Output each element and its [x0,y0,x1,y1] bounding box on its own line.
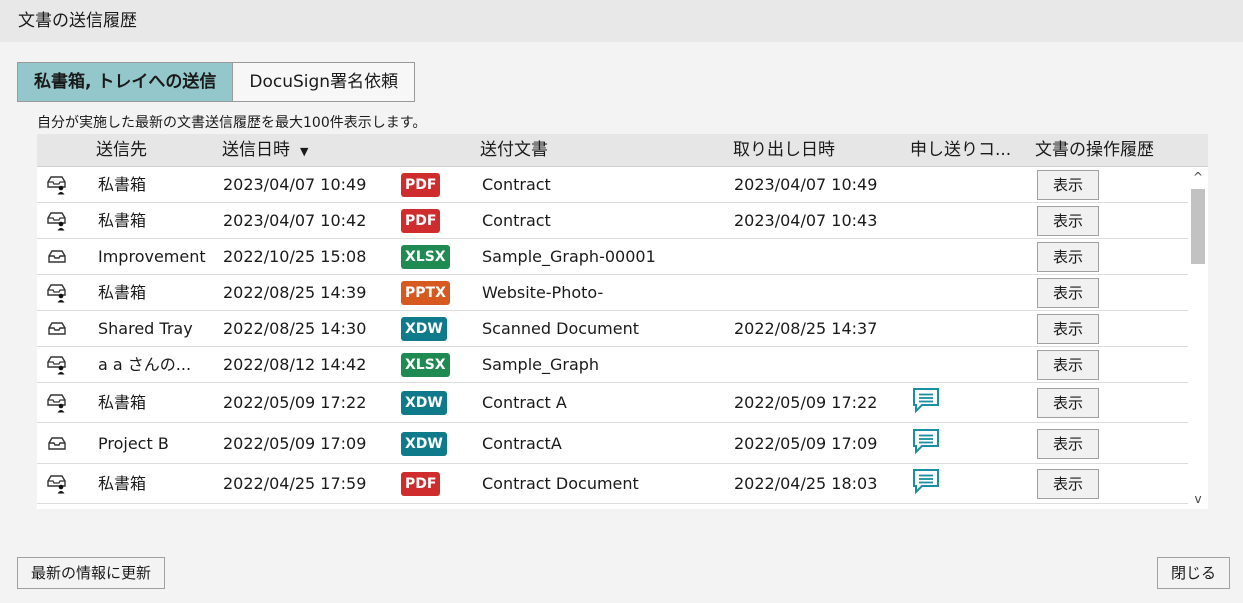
table-row[interactable]: Improvement 2022/10/25 15:08 XLSX Sample_Gr… [37,239,1188,275]
memo-comment-icon[interactable] [911,427,941,455]
mailbox-user-icon [47,283,67,303]
sent-at-cell: 2023/04/07 10:42 [223,211,367,230]
table-row[interactable]: 私書箱 2023/04/07 10:42 PDF Contract 2023/04/07… [37,203,1188,239]
table-header: 送信先 送信日時 ▼ 送付文書 取り出し日時 申し送りコ... 文書の操作履歴 [37,134,1208,167]
sent-at-cell: 2022/05/09 17:22 [223,393,367,412]
view-history-button[interactable]: 表示 [1037,388,1099,418]
document-name-cell: ContractA [482,434,562,453]
description-text: 自分が実施した最新の文書送信履歴を最大100件表示します。 [37,115,427,131]
mailbox-user-icon [47,175,67,195]
document-name-cell: Scanned Document [482,319,640,338]
recipient-cell: 私書箱 [98,393,147,412]
sent-at-cell: 2022/05/09 17:09 [223,434,367,453]
document-name-cell: Website-Photo- [482,283,604,302]
view-history-button[interactable]: 表示 [1037,428,1099,459]
header-memo[interactable]: 申し送りコ... [910,134,1011,167]
recipient-cell: Project B [98,434,169,453]
table-row[interactable]: 私書箱 2023/04/07 10:49 PDF Contract 2023/04/07… [37,167,1188,203]
recipient-cell: Shared Tray [98,319,193,338]
view-history-button[interactable]: 表示 [1037,242,1099,272]
document-name-cell: Sample_Graph-00001 [482,247,656,266]
sent-at-cell: 2023/04/07 10:49 [223,175,367,194]
sent-at-cell: 2022/10/25 15:08 [223,247,367,266]
view-history-button[interactable]: 表示 [1037,278,1099,308]
sort-desc-icon: ▼ [300,145,309,158]
table-row[interactable]: 私書箱 2022/04/25 17:59 PDF Contract Document 2… [37,464,1188,504]
mailbox-user-icon [47,393,67,413]
retrieved-at-cell: 2022/08/25 14:37 [734,319,878,338]
sent-at-cell: 2022/04/25 17:59 [223,474,367,493]
tray-icon [47,247,67,267]
tray-icon [47,319,67,339]
table-row[interactable]: 私書箱 2022/08/25 14:39 PPTX Website-Photo- 表示 [37,275,1188,311]
view-history-button[interactable]: 表示 [1037,206,1099,236]
tray-icon [47,434,67,454]
view-history-button[interactable]: 表示 [1037,469,1099,499]
scroll-up-icon[interactable]: ^ [1188,169,1208,185]
document-name-cell: Contract [482,211,551,230]
file-type-badge: PDF [401,209,441,233]
scroll-thumb[interactable] [1191,189,1205,264]
retrieved-at-cell: 2023/04/07 10:43 [734,211,878,230]
sent-at-cell: 2022/08/12 14:42 [223,355,367,374]
retrieved-at-cell: 2022/04/25 18:03 [734,474,878,493]
scroll-down-icon[interactable]: v [1188,491,1208,507]
retrieved-at-cell: 2022/05/09 17:09 [734,434,878,453]
document-name-cell: Contract A [482,393,567,412]
recipient-cell: 私書箱 [98,211,147,230]
memo-comment-icon[interactable] [911,467,941,495]
recipient-cell: 私書箱 [98,474,147,493]
sent-at-cell: 2022/08/25 14:39 [223,283,367,302]
tab-docusign[interactable]: DocuSign署名依頼 [233,62,416,102]
file-type-badge: XLSX [401,245,450,269]
view-history-button[interactable]: 表示 [1037,314,1099,344]
header-document[interactable]: 送付文書 [480,134,548,167]
retrieved-at-cell: 2022/05/09 17:22 [734,393,878,412]
table-row[interactable]: Project B 2022/05/09 17:09 XDW ContractA 202… [37,423,1188,464]
file-type-badge: XDW [401,391,447,415]
header-recipient[interactable]: 送信先 [96,134,147,167]
retrieved-at-cell: 2023/04/07 10:49 [734,175,878,194]
history-table: 送信先 送信日時 ▼ 送付文書 取り出し日時 申し送りコ... 文書の操作履歴 私… [37,134,1208,509]
recipient-cell: 私書箱 [98,175,147,194]
recipient-cell: a a さんの... [98,355,192,374]
recipient-cell: Improvement [98,247,206,266]
file-type-badge: XDW [401,431,447,456]
vertical-scrollbar[interactable]: ^ v [1188,167,1208,509]
view-history-button[interactable]: 表示 [1037,170,1099,200]
file-type-badge: PDF [401,173,441,197]
file-type-badge: XDW [401,317,447,341]
table-row[interactable]: Shared Tray 2022/08/25 14:30 XDW Scanned Do… [37,311,1188,347]
document-name-cell: Sample_Graph [482,355,600,374]
view-history-button[interactable]: 表示 [1037,350,1099,380]
header-sent-at[interactable]: 送信日時 ▼ [222,134,308,168]
refresh-button[interactable]: 最新の情報に更新 [17,557,166,589]
file-type-badge: PDF [401,472,441,496]
document-name-cell: Contract [482,175,551,194]
header-sent-at-label: 送信日時 [222,140,290,160]
header-retrieved-at[interactable]: 取り出し日時 [733,134,835,167]
document-name-cell: Contract Document [482,474,639,493]
tab-bar: 私書箱, トレイへの送信 DocuSign署名依頼 [17,62,416,102]
mailbox-user-icon [47,355,67,375]
recipient-cell: 私書箱 [98,283,147,302]
mailbox-user-icon [47,211,67,231]
table-row[interactable]: 私書箱 2022/05/09 17:22 XDW Contract A 2022/05/… [37,383,1188,423]
table-body: 私書箱 2023/04/07 10:49 PDF Contract 2023/04/07… [37,167,1188,504]
table-row[interactable]: a a さんの... 2022/08/12 14:42 XLSX Sample_Gra… [37,347,1188,383]
window-title: 文書の送信履歴 [0,0,1243,42]
mailbox-user-icon [47,474,67,494]
sent-at-cell: 2022/08/25 14:30 [223,319,367,338]
file-type-badge: XLSX [401,353,450,377]
header-operation-history[interactable]: 文書の操作履歴 [1035,134,1154,167]
tab-mailbox-tray[interactable]: 私書箱, トレイへの送信 [17,62,234,102]
memo-comment-icon[interactable] [911,386,941,414]
close-button[interactable]: 閉じる [1157,557,1231,589]
file-type-badge: PPTX [401,281,450,305]
